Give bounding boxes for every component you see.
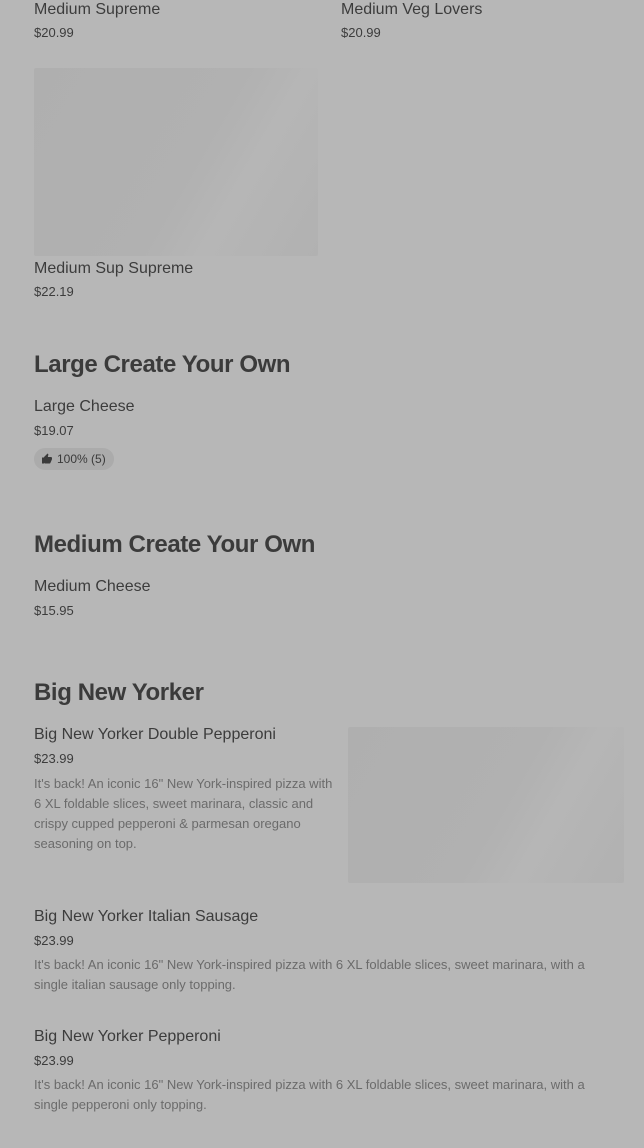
item-price: $15.95: [34, 603, 74, 618]
item-name: Medium Supreme: [34, 1, 161, 18]
item-description: It's back! An iconic 16" New York-inspir…: [34, 776, 333, 851]
menu-item-big-new-yorker-double-pepperoni[interactable]: Big New Yorker Double Pepperoni $23.99 I…: [34, 725, 624, 885]
section-title-big-new-yorker: Big New Yorker: [34, 679, 204, 706]
item-name: Medium Sup Supreme: [34, 260, 194, 277]
item-image: [348, 727, 624, 883]
item-name: Big New Yorker Italian Sausage: [34, 908, 259, 925]
menu-item-medium-cheese[interactable]: Medium Cheese $15.95: [34, 577, 624, 620]
menu-item-medium-supreme[interactable]: Medium Supreme $20.99: [34, 0, 318, 42]
item-description: It's back! An iconic 16" New York-inspir…: [34, 1077, 585, 1112]
item-name: Large Cheese: [34, 398, 135, 415]
menu-item-big-new-yorker-pepperoni[interactable]: Big New Yorker Pepperoni $23.99 It's bac…: [34, 1027, 624, 1115]
item-price: $19.07: [34, 423, 74, 438]
item-name: Big New Yorker Pepperoni: [34, 1028, 221, 1045]
rating-text: 100% (5): [57, 452, 106, 466]
menu-item-medium-sup-supreme[interactable]: Medium Sup Supreme $22.19: [34, 68, 318, 301]
item-price: $23.99: [34, 1053, 74, 1068]
item-description: It's back! An iconic 16" New York-inspir…: [34, 957, 585, 992]
item-price: $23.99: [34, 751, 74, 766]
item-image: [34, 68, 318, 256]
section-title-medium-create-your-own: Medium Create Your Own: [34, 531, 316, 558]
item-name: Medium Veg Lovers: [341, 1, 483, 18]
menu-item-medium-veg-lovers[interactable]: Medium Veg Lovers $20.99: [341, 0, 625, 42]
section-title-large-create-your-own: Large Create Your Own: [34, 351, 291, 378]
item-price: $20.99: [341, 25, 381, 40]
item-price: $23.99: [34, 933, 74, 948]
rating-badge: 100% (5): [34, 448, 114, 470]
menu-item-large-cheese[interactable]: Large Cheese $19.07 100% (5): [34, 397, 624, 470]
item-name: Big New Yorker Double Pepperoni: [34, 726, 276, 743]
thumbs-up-icon: [41, 453, 53, 465]
item-price: $20.99: [34, 25, 74, 40]
item-name: Medium Cheese: [34, 578, 151, 595]
item-price: $22.19: [34, 284, 74, 299]
menu-item-big-new-yorker-italian-sausage[interactable]: Big New Yorker Italian Sausage $23.99 It…: [34, 907, 624, 995]
